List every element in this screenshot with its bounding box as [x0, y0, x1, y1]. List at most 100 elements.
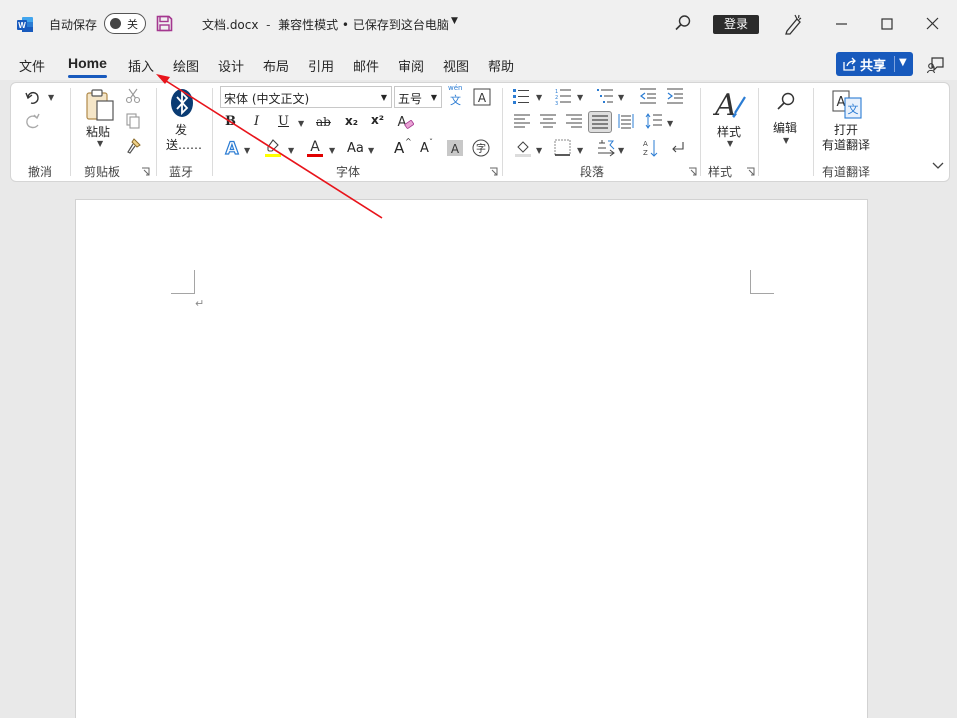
copy-icon[interactable] — [125, 113, 141, 129]
tab-layout[interactable]: 布局 — [263, 56, 289, 75]
tab-insert[interactable]: 插入 — [128, 56, 154, 75]
tab-review[interactable]: 审阅 — [398, 56, 424, 75]
change-case-button[interactable]: Aa — [347, 141, 364, 156]
bluetooth-icon[interactable] — [170, 88, 194, 118]
character-border-icon[interactable]: A — [473, 88, 491, 106]
paste-icon[interactable] — [84, 88, 116, 122]
chevron-down-icon[interactable]: ▼ — [618, 93, 624, 102]
asian-layout-icon[interactable] — [596, 139, 616, 157]
chevron-down-icon[interactable]: ▼ — [618, 146, 624, 155]
youdao-open-label-2[interactable]: 有道翻译 — [822, 136, 870, 153]
numbering-icon[interactable]: 1 2 3 — [554, 87, 572, 105]
phonetic-guide-icon[interactable]: 文 — [450, 92, 461, 108]
multilevel-list-icon[interactable] — [596, 87, 614, 105]
clear-formatting-icon[interactable]: A — [396, 113, 414, 131]
ribbon-collapse-icon[interactable] — [931, 161, 945, 171]
tab-home[interactable]: Home — [68, 55, 107, 78]
chevron-down-icon[interactable]: ▼ — [577, 93, 583, 102]
editing-label[interactable]: 编辑 — [773, 119, 797, 136]
chevron-down-icon[interactable]: ▼ — [899, 57, 907, 68]
justify-button[interactable] — [588, 111, 612, 133]
strikethrough-button[interactable]: ab — [316, 115, 331, 129]
tab-help[interactable]: 帮助 — [488, 56, 514, 75]
show-paragraph-marks-icon[interactable] — [668, 139, 686, 157]
close-icon[interactable] — [920, 12, 946, 36]
comments-icon[interactable] — [927, 56, 945, 74]
chevron-down-icon[interactable]: ▼ — [536, 146, 542, 155]
maximize-icon[interactable] — [874, 12, 900, 36]
subscript-button[interactable]: x₂ — [345, 114, 358, 128]
styles-icon[interactable]: A — [713, 87, 747, 121]
chevron-down-icon[interactable]: ▼ — [727, 139, 733, 148]
paste-label[interactable]: 粘贴 — [86, 123, 110, 140]
chevron-down-icon[interactable]: ▼ — [288, 146, 294, 155]
styles-label[interactable]: 样式 — [717, 123, 741, 140]
tab-draw[interactable]: 绘图 — [173, 56, 199, 75]
align-left-icon[interactable] — [514, 114, 530, 128]
document-title[interactable]: 文档.docx - 兼容性模式 • 已保存到这台电脑 — [202, 16, 449, 33]
chevron-down-icon[interactable]: ▼ — [536, 93, 542, 102]
chevron-down-icon[interactable]: ▼ — [298, 119, 304, 128]
increase-indent-icon[interactable] — [666, 88, 684, 104]
chevron-down-icon[interactable]: ▼ — [97, 139, 103, 148]
enclose-characters-icon[interactable]: 字 — [472, 139, 490, 157]
redo-icon[interactable] — [24, 113, 42, 131]
chevron-down-icon[interactable]: ▼ — [783, 136, 789, 145]
tab-view[interactable]: 视图 — [443, 56, 469, 75]
chevron-down-icon[interactable]: ▼ — [48, 93, 54, 102]
sort-icon[interactable]: AZ — [641, 138, 659, 158]
tab-mailings[interactable]: 邮件 — [353, 56, 379, 75]
character-shading-icon[interactable]: A — [447, 140, 463, 156]
underline-button[interactable]: U — [278, 114, 289, 129]
font-name-dropdown[interactable]: 宋体 (中文正文) ▼ — [220, 86, 392, 108]
distributed-icon[interactable] — [618, 113, 634, 129]
highlight-icon[interactable] — [264, 138, 282, 158]
shrink-font-button[interactable]: A — [420, 141, 429, 156]
login-button[interactable]: 登录 — [713, 15, 759, 34]
font-color-icon[interactable]: A — [306, 138, 324, 158]
group-divider — [156, 88, 157, 176]
italic-button[interactable]: I — [254, 114, 259, 129]
decrease-indent-icon[interactable] — [639, 88, 657, 104]
minimize-icon[interactable] — [829, 12, 855, 36]
bold-button[interactable]: B — [225, 114, 236, 129]
dialog-launcher-icon[interactable] — [141, 167, 150, 176]
chevron-down-icon[interactable]: ▼ — [244, 146, 250, 155]
search-icon[interactable] — [674, 14, 692, 32]
autosave-toggle[interactable]: 关 — [104, 13, 146, 34]
shading-icon[interactable] — [514, 139, 532, 157]
align-center-icon[interactable] — [540, 114, 556, 128]
phonetic-guide-top[interactable]: wén — [448, 84, 462, 92]
chevron-down-icon[interactable]: ▼ — [667, 119, 673, 128]
dialog-launcher-icon[interactable] — [688, 167, 697, 176]
tab-references[interactable]: 引用 — [308, 56, 334, 75]
tab-file[interactable]: 文件 — [19, 56, 45, 75]
dialog-launcher-icon[interactable] — [746, 167, 755, 176]
group-divider — [502, 88, 503, 176]
pen-icon[interactable] — [783, 13, 803, 35]
line-spacing-icon[interactable] — [645, 113, 663, 129]
chevron-down-icon[interactable]: ▼ — [368, 146, 374, 155]
bluetooth-send-label-2[interactable]: 送…… — [166, 136, 202, 153]
find-icon[interactable] — [776, 91, 796, 111]
text-effects-icon[interactable]: A — [223, 139, 241, 157]
share-button[interactable]: 共享 ▼ — [836, 52, 913, 76]
borders-icon[interactable] — [554, 139, 571, 156]
save-icon[interactable] — [156, 15, 173, 32]
cut-icon[interactable] — [125, 88, 141, 104]
format-painter-icon[interactable] — [125, 137, 143, 155]
tab-design[interactable]: 设计 — [218, 56, 244, 75]
dialog-launcher-icon[interactable] — [489, 167, 498, 176]
superscript-button[interactable]: x² — [371, 113, 384, 127]
font-size-dropdown[interactable]: 五号 ▼ — [394, 86, 442, 108]
document-page[interactable]: ↵ — [75, 199, 868, 718]
chevron-down-icon[interactable]: ▼ — [329, 146, 335, 155]
bullets-icon[interactable] — [512, 88, 530, 104]
youdao-translate-icon[interactable]: A 文 — [831, 88, 863, 120]
chevron-down-icon[interactable]: ▼ — [451, 16, 458, 26]
align-right-icon[interactable] — [566, 114, 582, 128]
share-divider — [894, 56, 895, 72]
chevron-down-icon[interactable]: ▼ — [577, 146, 583, 155]
grow-font-button[interactable]: A — [394, 139, 404, 157]
undo-icon[interactable] — [24, 88, 42, 106]
